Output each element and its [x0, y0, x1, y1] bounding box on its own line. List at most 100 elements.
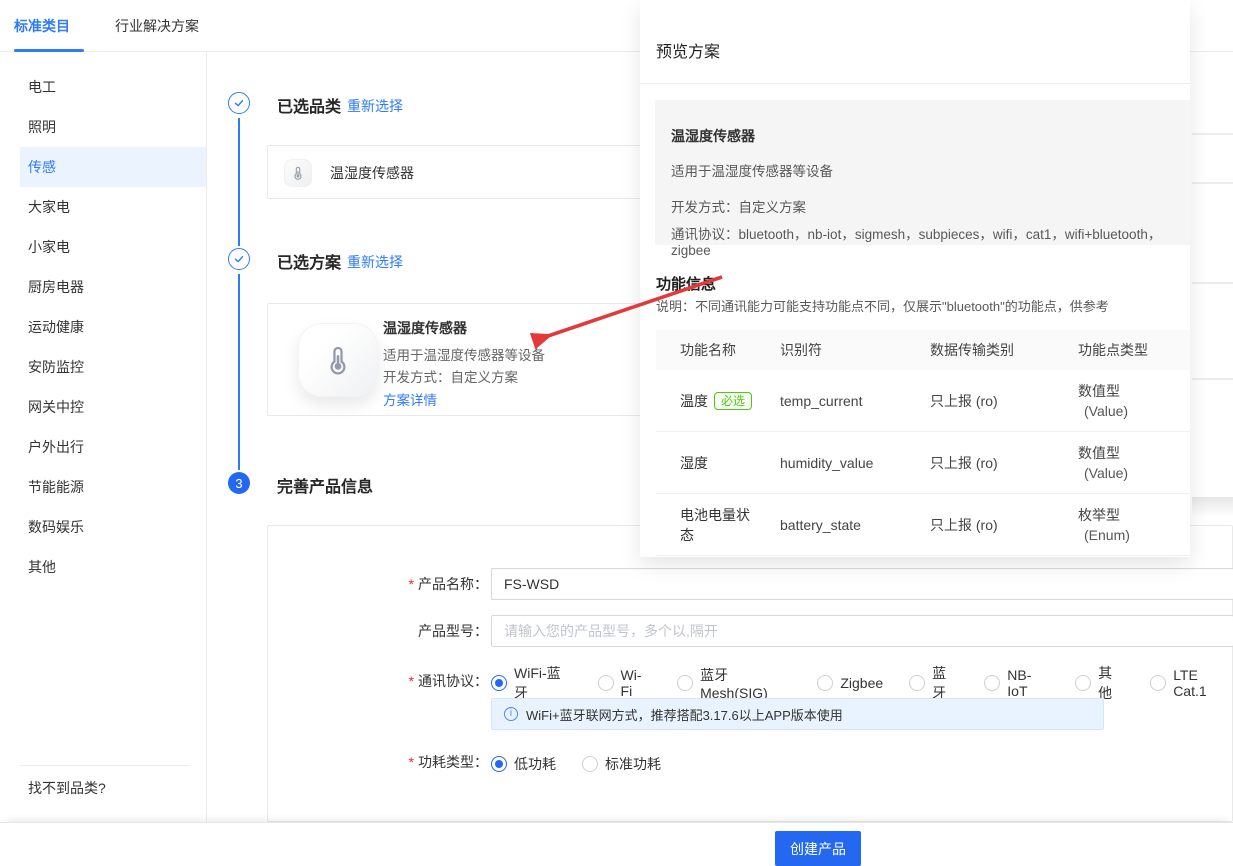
summary-protocols: 通讯协议：bluetooth，nb-iot，sigmesh，subpieces，…: [671, 223, 1174, 258]
radio-label: Zigbee: [840, 675, 883, 691]
tab-industry-solution[interactable]: 行业解决方案: [115, 16, 199, 36]
table-row: 电池电量状态 battery_state只上报 (ro)枚举型(Enum): [656, 494, 1190, 556]
dp-identifier: humidity_value: [780, 453, 930, 473]
step-connector-1: [238, 118, 240, 246]
function-info-note: 说明：不同通讯能力可能支持功能点不同，仅展示"bluetooth"的功能点，供参…: [656, 296, 1109, 315]
step3-number-badge: 3: [228, 472, 250, 494]
sidebar-item-7[interactable]: 运动健康: [0, 307, 206, 347]
radio-circle-icon: [582, 756, 598, 772]
function-table-body: 温度必选temp_current只上报 (ro)数值型(Value) 湿度 humi…: [656, 370, 1190, 556]
step1-title: 已选品类: [277, 93, 341, 117]
radio-circle-icon: [491, 675, 507, 691]
required-badge: 必选: [714, 392, 752, 410]
product-model-input[interactable]: [491, 615, 1233, 647]
radio-option[interactable]: 蓝牙: [909, 663, 958, 703]
function-table: 功能名称 识别符 数据传输类别 功能点类型 温度必选temp_current只上…: [656, 330, 1190, 556]
underlay-divider: [1192, 133, 1233, 135]
radio-label: 标准功耗: [605, 754, 661, 774]
preview-divider: [640, 83, 1190, 84]
dp-identifier: battery_state: [780, 515, 930, 535]
sidebar-divider: [20, 765, 189, 766]
radio-circle-icon: [984, 675, 1000, 691]
sidebar-item-10[interactable]: 户外出行: [0, 427, 206, 467]
solution-detail-link[interactable]: 方案详情: [383, 389, 437, 409]
step1-check-icon: [228, 92, 250, 114]
info-icon: i: [504, 707, 518, 721]
required-asterisk: *: [409, 576, 414, 592]
radio-option[interactable]: 其他: [1075, 663, 1124, 703]
sidebar-item-11[interactable]: 节能能源: [0, 467, 206, 507]
sidebar-item-1[interactable]: 电工: [0, 67, 206, 107]
function-table-header: 功能名称 识别符 数据传输类别 功能点类型: [656, 330, 1190, 370]
sidebar-item-3[interactable]: 传感: [20, 147, 206, 187]
radio-circle-icon: [598, 675, 614, 691]
radio-option[interactable]: 标准功耗: [582, 754, 661, 774]
sidebar-item-5[interactable]: 小家电: [0, 227, 206, 267]
step2-reselect-link[interactable]: 重新选择: [347, 252, 403, 272]
dp-name: 温度: [680, 391, 708, 411]
product-model-label: 产品型号：: [268, 621, 488, 641]
dp-value-type: 数值型(Value): [1078, 381, 1190, 421]
required-asterisk: *: [409, 673, 414, 689]
underlay-divider: [1192, 182, 1233, 184]
col-header: 识别符: [780, 340, 930, 360]
sidebar-item-9[interactable]: 网关中控: [0, 387, 206, 427]
dp-value-type: 枚举型(Enum): [1078, 505, 1190, 545]
radio-circle-icon: [1075, 675, 1091, 691]
summary-name: 温湿度传感器: [671, 126, 1174, 146]
radio-label: 其他: [1098, 663, 1124, 703]
preview-title: 预览方案: [656, 38, 720, 62]
step3-title: 完善产品信息: [277, 473, 373, 497]
table-row: 温度必选temp_current只上报 (ro)数值型(Value): [656, 370, 1190, 432]
radio-label: WiFi-蓝牙: [514, 663, 572, 703]
tab-standard-category[interactable]: 标准类目: [14, 16, 70, 36]
selected-category-name: 温湿度传感器: [330, 146, 414, 200]
step2-title: 已选方案: [277, 249, 341, 273]
radio-option[interactable]: Zigbee: [817, 675, 883, 691]
radio-option[interactable]: WiFi-蓝牙: [491, 663, 572, 703]
underlay-divider: [1192, 282, 1233, 284]
sidebar-item-13[interactable]: 其他: [0, 547, 206, 587]
step1-reselect-link[interactable]: 重新选择: [347, 96, 403, 116]
solution-summary-box: 温湿度传感器 适用于温湿度传感器等设备 开发方式：自定义方案 通讯协议：blue…: [655, 100, 1190, 245]
table-row: 湿度humidity_value只上报 (ro)数值型(Value): [656, 432, 1190, 494]
sidebar-item-2[interactable]: 照明: [0, 107, 206, 147]
banner-text: WiFi+蓝牙联网方式，推荐搭配3.17.6以上APP版本使用: [526, 705, 843, 724]
radio-option[interactable]: LTE Cat.1: [1150, 667, 1232, 699]
col-header: 功能名称: [680, 340, 780, 360]
col-header: 数据传输类别: [930, 340, 1078, 360]
product-name-input[interactable]: [491, 568, 1233, 600]
step-connector-2: [238, 274, 240, 470]
summary-dev-mode: 开发方式：自定义方案: [671, 196, 1174, 216]
radio-label: 低功耗: [514, 754, 556, 774]
radio-option[interactable]: Wi-Fi: [598, 667, 652, 699]
sidebar-item-6[interactable]: 厨房电器: [0, 267, 206, 307]
create-product-button[interactable]: 创建产品: [775, 831, 861, 866]
sidebar-item-8[interactable]: 安防监控: [0, 347, 206, 387]
sidebar-footer-link[interactable]: 找不到品类?: [28, 778, 106, 798]
dp-name: 电池电量状态: [680, 505, 758, 545]
sidebar-item-4[interactable]: 大家电: [0, 187, 206, 227]
radio-label: 蓝牙: [932, 663, 958, 703]
underlay-divider: [1192, 378, 1233, 380]
product-info-form: *产品名称： 产品型号： *通讯协议： WiFi-蓝牙Wi-Fi蓝牙Mesh(S…: [267, 525, 1233, 822]
radio-label: LTE Cat.1: [1173, 667, 1232, 699]
radio-option[interactable]: NB-IoT: [984, 667, 1049, 699]
dp-name: 湿度: [680, 453, 708, 473]
radio-label: NB-IoT: [1007, 667, 1049, 699]
dp-transfer-type: 只上报 (ro): [930, 391, 1078, 411]
radio-option[interactable]: 低功耗: [491, 754, 556, 774]
form-footer: 创建产品: [0, 822, 1233, 865]
radio-label: Wi-Fi: [621, 667, 652, 699]
dp-value-type: 数值型(Value): [1078, 443, 1190, 483]
underlay-shadow: [1192, 497, 1233, 517]
dp-transfer-type: 只上报 (ro): [930, 515, 1078, 535]
product-name-label: *产品名称：: [268, 574, 488, 594]
sidebar-item-12[interactable]: 数码娱乐: [0, 507, 206, 547]
radio-option[interactable]: 蓝牙Mesh(SIG): [677, 665, 791, 701]
protocol-radio-group: WiFi-蓝牙Wi-Fi蓝牙Mesh(SIG)Zigbee蓝牙NB-IoT其他L…: [491, 672, 1232, 694]
thermometer-icon: [298, 323, 378, 397]
radio-label: 蓝牙Mesh(SIG): [700, 665, 791, 701]
solution-name: 温湿度传感器: [383, 318, 467, 338]
radio-circle-icon: [909, 675, 925, 691]
